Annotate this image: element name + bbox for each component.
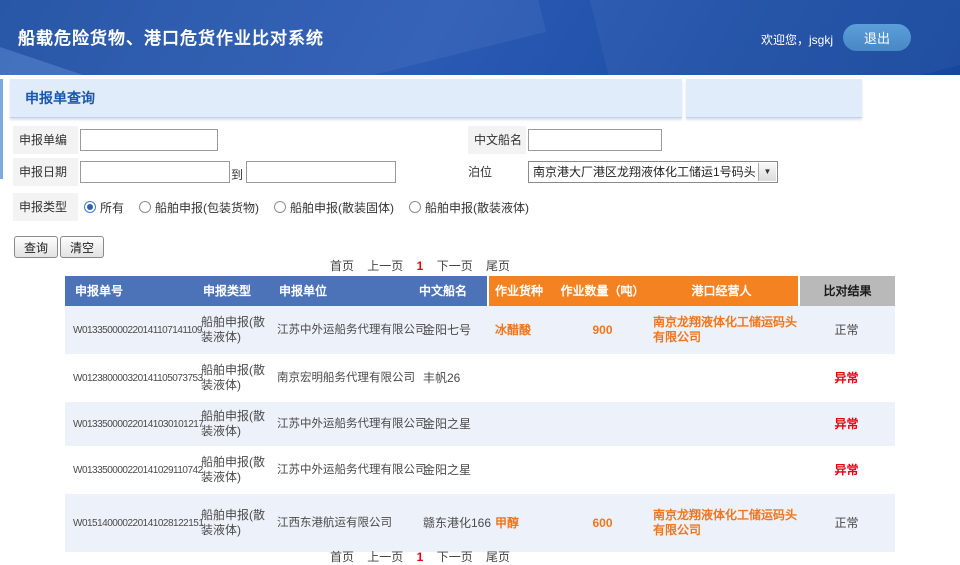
declaration-type-cell: 船舶申报(散装液体) [201, 455, 269, 485]
result-cell: 正常 [834, 516, 858, 531]
agent-cell: 江苏中外运船务代理有限公司 [277, 463, 427, 478]
agent-cell: 南京宏明船务代理有限公司 [277, 371, 415, 386]
radio-icon [409, 201, 421, 213]
col-declaration-unit: 申报单位 [269, 276, 415, 306]
date-to-input[interactable] [246, 161, 396, 183]
radio-type-all[interactable]: 所有 [84, 199, 124, 216]
pager-first[interactable]: 首页 [330, 550, 354, 564]
col-declaration-type: 申报类型 [193, 276, 269, 306]
declaration-type-radio-group: 所有 船舶申报(包装货物) 船舶申报(散装固体) 船舶申报(散装液体) [84, 194, 529, 220]
radio-icon [274, 201, 286, 213]
radio-icon [139, 201, 151, 213]
ship-name-cell: 金阳之星 [423, 463, 471, 478]
radio-type-packaged-goods[interactable]: 船舶申报(包装货物) [139, 199, 259, 216]
date-from-input[interactable] [80, 161, 230, 183]
results-table: 申报单号 申报类型 申报单位 中文船名 作业货种 作业数量（吨） 港口经营人 比… [65, 276, 895, 554]
pager-next[interactable]: 下一页 [437, 550, 473, 564]
quantity-cell: 900 [592, 323, 612, 338]
logout-button[interactable]: 退出 [843, 24, 911, 51]
result-cell: 异常 [834, 463, 858, 478]
quantity-cell: 600 [592, 516, 612, 531]
ship-name-cell: 金阳七号 [423, 323, 471, 338]
clear-button[interactable]: 清空 [60, 236, 104, 258]
col-quantity: 作业数量（吨） [560, 276, 645, 306]
radio-type-bulk-liquid[interactable]: 船舶申报(散装液体) [409, 199, 529, 216]
col-port-operator: 港口经营人 [645, 276, 798, 306]
welcome-text: 欢迎您，jsgkj [761, 31, 833, 48]
agent-cell: 江苏中外运船务代理有限公司 [277, 323, 427, 338]
left-accent-bar [0, 79, 3, 179]
cargo-cell: 冰醋酸 [495, 323, 531, 338]
radio-label: 船舶申报(包装货物) [155, 199, 259, 216]
pagination-bottom: 首页 上一页 1 下一页 尾页 [0, 548, 840, 565]
berth-select-value: 南京港大厂港区龙翔液体化工储运1号码头 [529, 165, 756, 179]
cargo-cell: 甲醇 [495, 516, 519, 531]
col-ship-name: 中文船名 [415, 276, 487, 306]
app-title: 船载危险货物、港口危货作业比对系统 [18, 24, 324, 49]
tab-bar-spacer [686, 79, 862, 118]
ship-name-input[interactable] [528, 129, 662, 151]
berth-label: 泊位 [468, 158, 492, 186]
ship-name-label: 中文船名 [468, 126, 526, 154]
col-declaration-no: 申报单号 [65, 276, 193, 306]
radio-label: 船舶申报(散装液体) [425, 199, 529, 216]
table-row: W013350000220141107141109 船舶申报(散装液体) 江苏中… [65, 306, 895, 356]
operator-cell: 南京龙翔液体化工储运码头有限公司 [653, 315, 798, 345]
declaration-type-cell: 船舶申报(散装液体) [201, 363, 269, 393]
app-header: 船载危险货物、港口危货作业比对系统 欢迎您，jsgkj 退出 [0, 0, 960, 75]
declaration-type-cell: 船舶申报(散装液体) [201, 508, 269, 538]
radio-label: 船舶申报(散装固体) [290, 199, 394, 216]
declaration-type-cell: 船舶申报(散装液体) [201, 409, 269, 439]
ship-name-cell: 丰帆26 [423, 371, 460, 386]
berth-select[interactable]: 南京港大厂港区龙翔液体化工储运1号码头 ▼ [528, 161, 778, 183]
dropdown-arrow-icon[interactable]: ▼ [758, 163, 776, 181]
declaration-no-input[interactable] [80, 129, 218, 151]
radio-checked-icon [84, 201, 96, 213]
radio-label: 所有 [100, 199, 124, 216]
pager-last[interactable]: 尾页 [486, 259, 510, 273]
result-cell: 异常 [834, 417, 858, 432]
result-cell: 异常 [834, 371, 858, 386]
declaration-no-cell: W013350000220141107141109 [73, 323, 202, 338]
col-cargo-type: 作业货种 [487, 276, 560, 306]
pager-next[interactable]: 下一页 [437, 259, 473, 273]
declaration-no-label: 申报单编号 [13, 126, 78, 154]
table-row: W013350000220141030101217 船舶申报(散装液体) 江苏中… [65, 402, 895, 448]
pager-current-page: 1 [417, 259, 424, 273]
header-decor-triangle [0, 47, 95, 75]
declaration-type-cell: 船舶申报(散装液体) [201, 315, 269, 345]
declaration-no-cell: W012380000320141105073753 [73, 371, 203, 386]
result-cell: 正常 [834, 323, 858, 338]
pager-first[interactable]: 首页 [330, 259, 354, 273]
declaration-no-cell: W013350000220141029110742 [73, 463, 203, 478]
declaration-no-cell: W015140000220141028122151 [73, 516, 203, 531]
declaration-type-label: 申报类型 [13, 193, 78, 221]
pagination-top: 首页 上一页 1 下一页 尾页 [0, 257, 840, 274]
table-row: W012380000320141105073753 船舶申报(散装液体) 南京宏… [65, 356, 895, 402]
table-row: W015140000220141028122151 船舶申报(散装液体) 江西东… [65, 494, 895, 554]
page-title: 申报单查询 [25, 88, 95, 108]
table-row: W013350000220141029110742 船舶申报(散装液体) 江苏中… [65, 448, 895, 494]
radio-type-bulk-solid[interactable]: 船舶申报(散装固体) [274, 199, 394, 216]
table-header-row: 申报单号 申报类型 申报单位 中文船名 作业货种 作业数量（吨） 港口经营人 比… [65, 276, 895, 306]
declaration-no-cell: W013350000220141030101217 [73, 417, 203, 432]
pager-prev[interactable]: 上一页 [367, 259, 403, 273]
tab-declaration-query[interactable]: 申报单查询 [10, 79, 682, 118]
pager-last[interactable]: 尾页 [486, 550, 510, 564]
query-button[interactable]: 查询 [14, 236, 58, 258]
date-label: 申报日期 [13, 158, 78, 186]
agent-cell: 江苏中外运船务代理有限公司 [277, 417, 427, 432]
pager-current-page: 1 [417, 550, 424, 564]
date-to-label: 到 [231, 166, 243, 183]
agent-cell: 江西东港航运有限公司 [277, 516, 392, 531]
ship-name-cell: 赣东港化166 [423, 516, 491, 531]
pager-prev[interactable]: 上一页 [367, 550, 403, 564]
ship-name-cell: 金阳之星 [423, 417, 471, 432]
col-compare-result: 比对结果 [798, 276, 895, 306]
operator-cell: 南京龙翔液体化工储运码头有限公司 [653, 508, 798, 538]
